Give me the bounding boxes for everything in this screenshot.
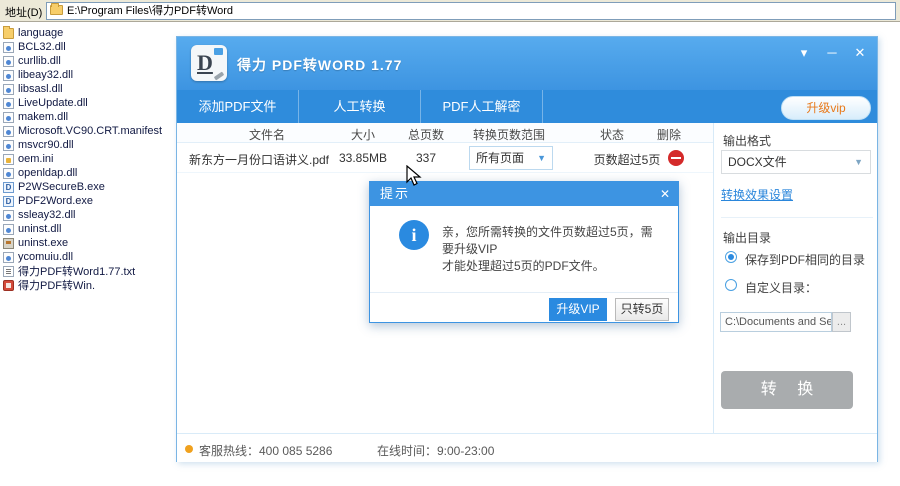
address-label: 地址(D) <box>5 7 43 19</box>
radio-same-directory-label[interactable]: 保存到PDF相同的目录 <box>745 251 865 268</box>
file-item[interactable]: 得力PDF转Win. <box>3 278 173 292</box>
dll-file-icon <box>3 111 14 123</box>
dll-file-icon <box>3 223 14 235</box>
txt-file-icon <box>3 265 14 277</box>
dll-file-icon <box>3 139 14 151</box>
file-item[interactable]: LiveUpdate.dll <box>3 96 173 110</box>
divider <box>370 292 678 293</box>
tab-bar: 添加PDF文件 人工转换 PDF人工解密 升级vip <box>177 90 877 123</box>
uninstaller-icon <box>3 237 14 249</box>
col-filename: 文件名 <box>248 128 285 142</box>
divider <box>721 217 873 218</box>
file-item-language[interactable]: language <box>3 25 173 40</box>
dll-file-icon <box>3 167 14 179</box>
folder-icon <box>3 25 14 39</box>
file-item[interactable]: msvcr90.dll <box>3 138 173 152</box>
convert-button[interactable]: 转 换 <box>721 371 853 409</box>
file-item[interactable]: openldap.dll <box>3 166 173 180</box>
output-format-label: 输出格式 <box>723 134 772 148</box>
minimize-icon[interactable]: ─ <box>821 43 843 63</box>
radio-custom-directory[interactable] <box>725 279 737 291</box>
file-item[interactable]: curllib.dll <box>3 54 173 68</box>
dll-file-icon <box>3 55 14 67</box>
page-range-select[interactable]: 所有页面 ▼ <box>469 146 553 170</box>
table-row: 新东方一月份口语讲义.pdf 33.85MB 337 所有页面 ▼ 页数超过5页 <box>177 143 713 173</box>
exe-file-icon <box>3 181 14 193</box>
col-status: 状态 <box>599 128 624 142</box>
app-logo-icon: D <box>191 45 227 81</box>
close-icon[interactable]: ✕ <box>660 182 670 206</box>
file-item[interactable]: ssleay32.dll <box>3 208 173 222</box>
table-header: 文件名 大小 总页数 转换页数范围 状态 删除 <box>177 123 713 143</box>
file-item[interactable]: uninst.dll <box>3 222 173 236</box>
folder-icon <box>50 3 63 15</box>
dll-file-icon <box>3 251 14 263</box>
cell-status: 页数超过5页 <box>593 153 661 167</box>
chevron-down-icon: ▼ <box>537 153 546 163</box>
custom-directory-input[interactable]: C:\Documents and Set <box>720 312 832 332</box>
mouse-cursor <box>406 165 422 186</box>
chevron-down-icon: ▼ <box>854 157 863 167</box>
file-item[interactable]: oem.ini <box>3 152 173 166</box>
cell-filename: 新东方一月份口语讲义.pdf <box>189 153 330 167</box>
exe-file-icon <box>3 195 14 207</box>
file-item[interactable]: PDF2Word.exe <box>3 194 173 208</box>
dll-file-icon <box>3 97 14 109</box>
dialog-convert-5-pages-button[interactable]: 只转5页 <box>615 298 669 321</box>
pdf2word-app-window: D 得力 PDF转WORD 1.77 ▾ ─ ✕ 添加PDF文件 人工转换 PD… <box>176 36 878 462</box>
online-time-text: 在线时间：9:00-23:00 <box>377 444 495 458</box>
dll-file-icon <box>3 69 14 81</box>
file-item[interactable]: libeay32.dll <box>3 68 173 82</box>
output-dir-label: 输出目录 <box>723 231 772 245</box>
file-item[interactable]: 得力PDF转Word1.77.txt <box>3 264 173 278</box>
status-bar: 客服热线：400 085 5286 在线时间：9:00-23:00 <box>177 433 877 462</box>
col-delete: 删除 <box>656 128 681 142</box>
delete-row-icon[interactable] <box>668 150 684 166</box>
manifest-file-icon <box>3 125 14 137</box>
browse-button[interactable]: ... <box>832 312 851 332</box>
radio-custom-directory-label[interactable]: 自定义目录： <box>745 279 817 296</box>
menu-icon[interactable]: ▾ <box>793 43 815 63</box>
panel-divider <box>713 123 714 433</box>
file-item[interactable]: BCL32.dll <box>3 40 173 54</box>
dll-file-icon <box>3 209 14 221</box>
address-input[interactable]: E:\Program Files\得力PDF转Word <box>46 2 896 20</box>
close-icon[interactable]: ✕ <box>849 43 871 63</box>
file-list: language BCL32.dll curllib.dll libeay32.… <box>3 25 173 292</box>
file-item[interactable]: libsasl.dll <box>3 82 173 96</box>
file-item[interactable]: ycomuiu.dll <box>3 250 173 264</box>
col-range: 转换页数范围 <box>472 128 545 142</box>
dialog-upgrade-vip-button[interactable]: 升级VIP <box>549 298 607 321</box>
cell-pages: 337 <box>415 151 437 165</box>
output-format-select[interactable]: DOCX文件 ▼ <box>721 150 871 174</box>
file-item[interactable]: makem.dll <box>3 110 173 124</box>
upgrade-vip-button[interactable]: 升级vip <box>781 96 871 120</box>
tab-pdf-decrypt[interactable]: PDF人工解密 <box>421 90 543 123</box>
cell-size: 33.85MB <box>338 151 388 165</box>
hotline-text: 客服热线：400 085 5286 <box>199 444 333 458</box>
address-bar: 地址(D) E:\Program Files\得力PDF转Word <box>0 0 900 22</box>
col-size: 大小 <box>350 128 375 142</box>
dll-file-icon <box>3 83 14 95</box>
file-item[interactable]: Microsoft.VC90.CRT.manifest <box>3 124 173 138</box>
tab-manual-convert[interactable]: 人工转换 <box>299 90 421 123</box>
file-item[interactable]: P2WSecureB.exe <box>3 180 173 194</box>
ini-file-icon <box>3 153 14 165</box>
dialog-message: 亲，您所需转换的文件页数超过5页，需要升级VIP 才能处理超过5页的PDF文件。 <box>442 225 653 273</box>
app-title: 得力 PDF转WORD 1.77 <box>237 57 403 73</box>
dll-file-icon <box>3 41 14 53</box>
app-file-icon <box>3 279 14 291</box>
tab-add-pdf[interactable]: 添加PDF文件 <box>177 90 299 123</box>
vip-prompt-dialog: 提示 ✕ i 亲，您所需转换的文件页数超过5页，需要升级VIP 才能处理超过5页… <box>369 181 679 323</box>
col-pages: 总页数 <box>407 128 444 142</box>
radio-same-directory[interactable] <box>725 251 737 263</box>
app-titlebar: D 得力 PDF转WORD 1.77 ▾ ─ ✕ <box>177 37 877 90</box>
file-item[interactable]: uninst.exe <box>3 236 173 250</box>
status-dot-icon <box>185 445 193 453</box>
info-icon: i <box>399 220 429 250</box>
conversion-settings-link[interactable]: 转换效果设置 <box>721 186 793 203</box>
